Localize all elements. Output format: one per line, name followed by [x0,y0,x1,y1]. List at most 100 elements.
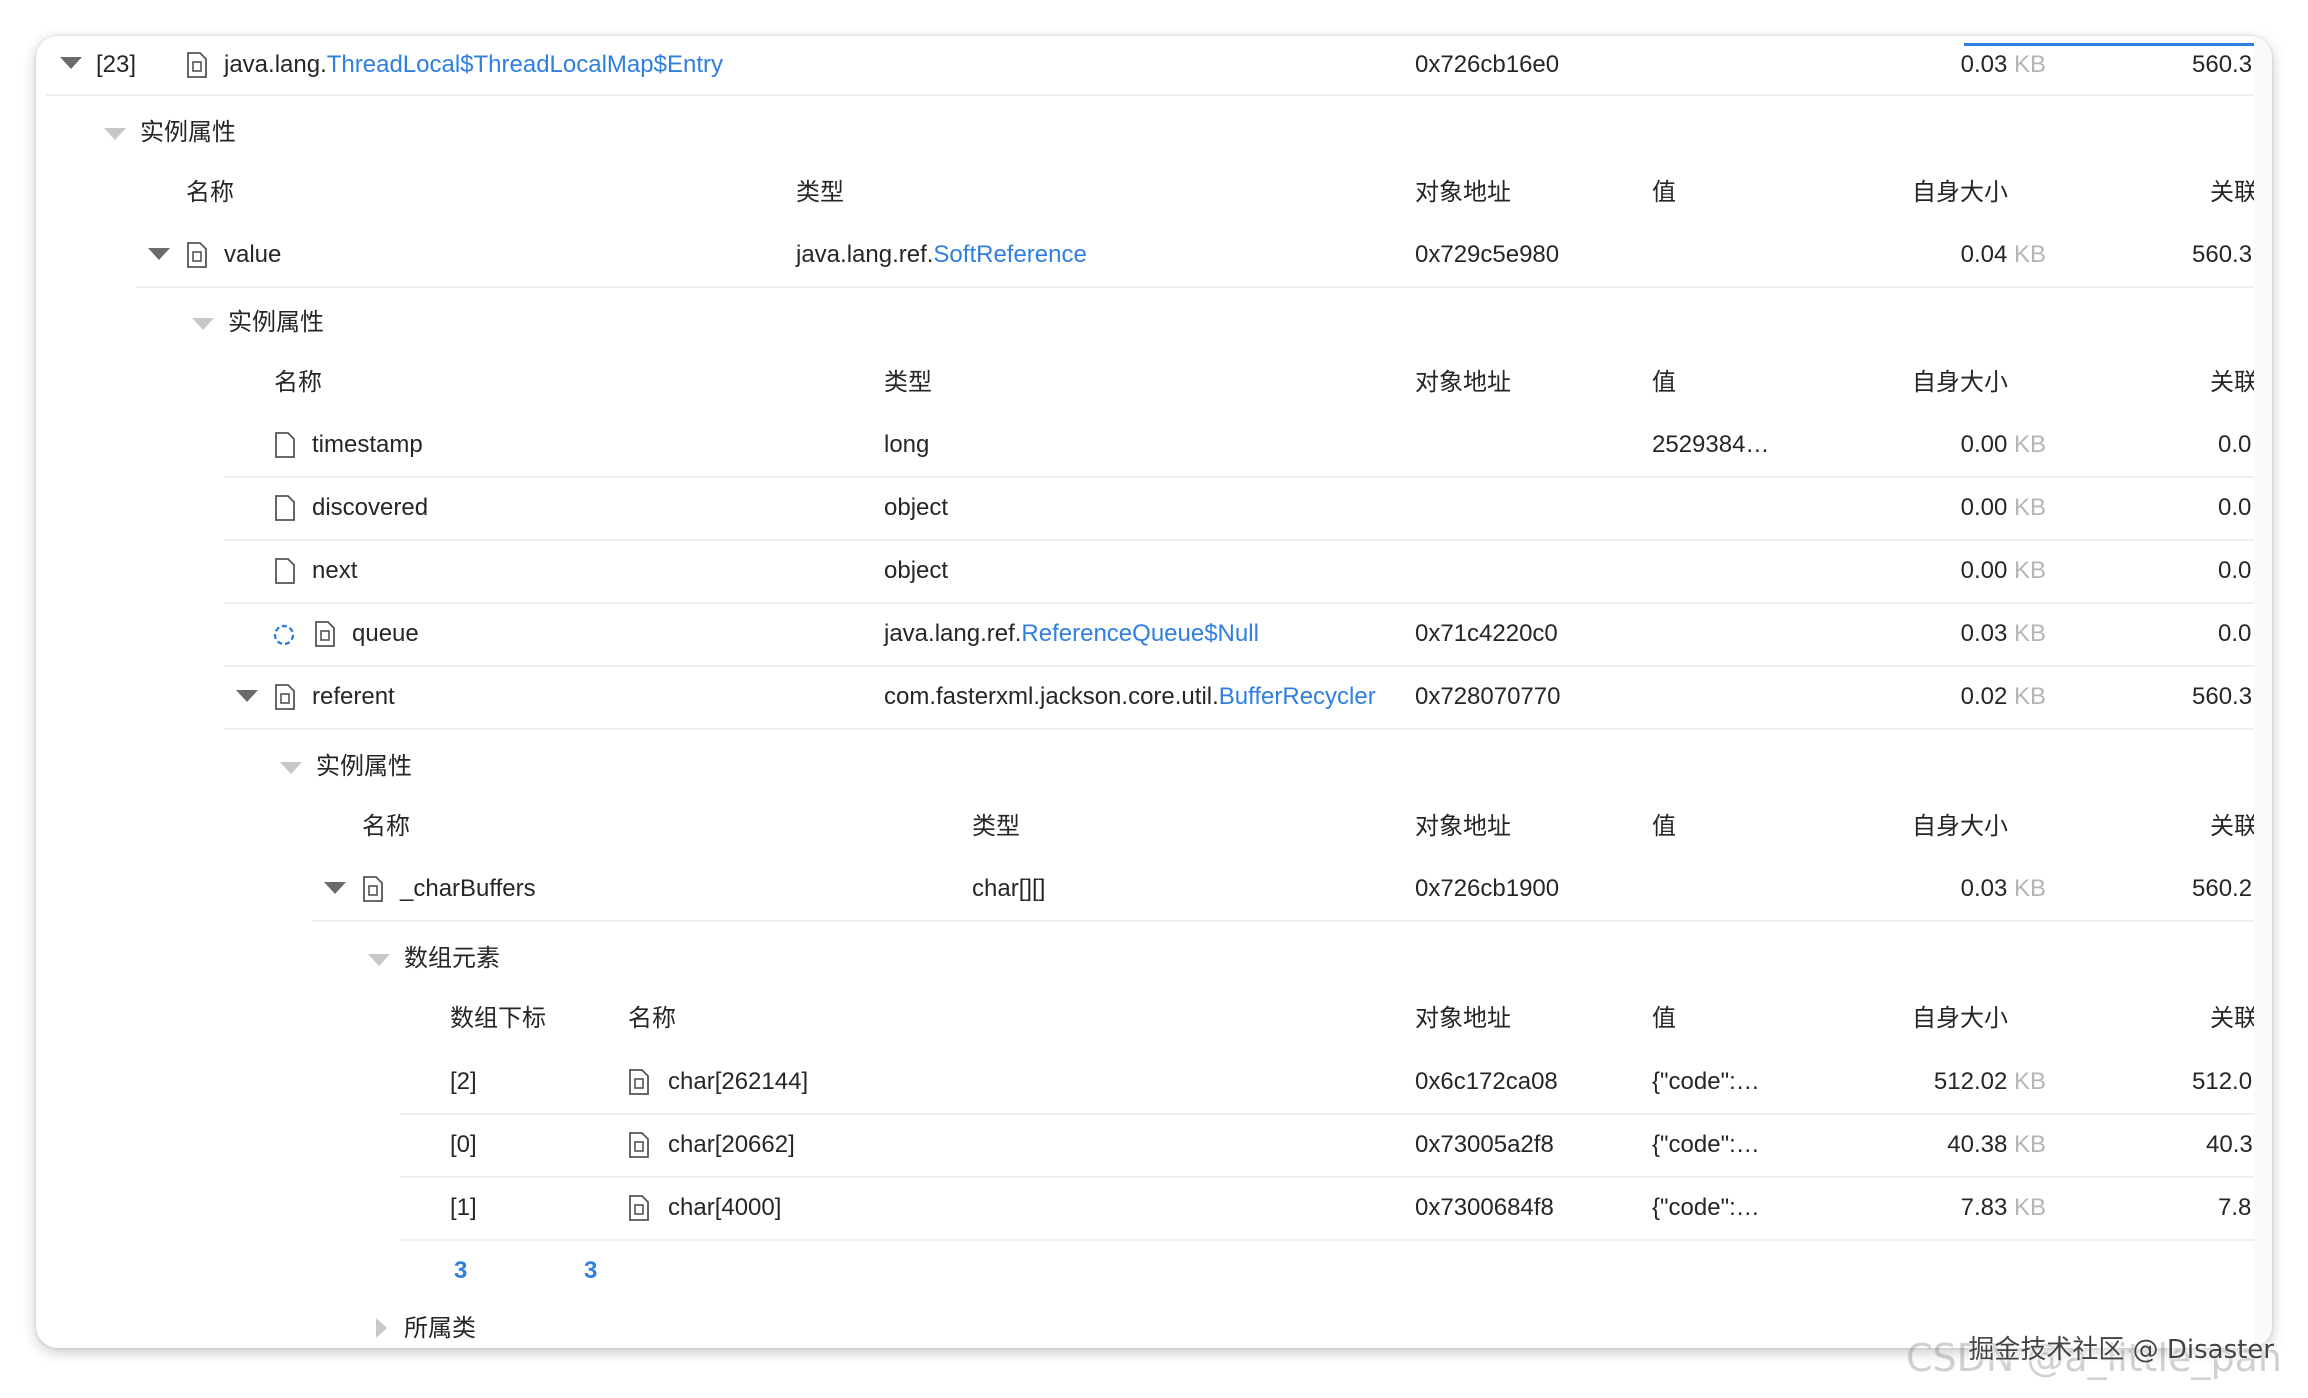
section-instance-props[interactable]: 实例属性 [228,308,324,338]
field-type: java.lang.ref.ReferenceQueue$Null [884,620,1259,647]
root-type[interactable]: java.lang.ThreadLocal$ThreadLocalMap$Ent… [224,50,723,80]
field-value: 2529384… [1652,431,1770,458]
file-icon [275,495,295,521]
section-instance-props[interactable]: 实例属性 [140,118,236,148]
object-file-icon [629,1195,649,1221]
col-header-type: 类型 [884,369,932,396]
col-header-address: 对象地址 [1415,179,1511,206]
array-element-value: {"code":… [1652,1131,1760,1158]
array-element-value: {"code":… [1652,1194,1760,1221]
field-self-size: 0.00 KB [1960,557,2046,584]
scrollbar[interactable] [2254,36,2272,1348]
field-type: char[][] [972,875,1046,902]
col-header-self-size: 自身大小 [1912,369,2008,396]
field-type: com.fasterxml.jackson.core.util.BufferRe… [884,683,1376,710]
col-header-related: 关联 [2210,369,2254,396]
file-icon [275,558,295,584]
field-type: long [884,431,930,458]
field-related-size: 560.2 [2192,875,2253,902]
object-file-icon [629,1132,649,1158]
caret-down-icon[interactable] [324,882,346,894]
array-element-self-size: 7.83 KB [1960,1194,2046,1221]
type-link[interactable]: ReferenceQueue$Null [1021,620,1258,647]
field-name[interactable]: timestamp [312,430,423,460]
array-element-related: 7.8 [2218,1194,2252,1221]
array-element-name[interactable]: char[262144] [668,1067,808,1097]
caret-right-icon[interactable] [376,1318,387,1338]
col-header-name: 名称 [362,813,410,840]
field-self-size: 0.03 KB [1960,875,2046,902]
section-array-elements[interactable]: 数组元素 [404,944,500,974]
object-file-icon [187,52,207,78]
pager-total[interactable]: 3 [454,1256,467,1286]
window-frame: [23] java.lang.ThreadLocal$ThreadLocalMa… [36,36,2272,1348]
field-name[interactable]: next [312,556,357,586]
array-element-address: 0x6c172ca08 [1415,1068,1558,1095]
type-link[interactable]: BufferRecycler [1219,683,1376,710]
col-header-related: 关联 [2210,1005,2254,1032]
caret-down-icon[interactable] [368,954,390,966]
col-header-name: 名称 [628,1005,676,1032]
divider [312,920,2254,922]
caret-down-icon[interactable] [280,762,302,774]
array-element-name[interactable]: char[4000] [668,1193,781,1223]
root-related-size: 560.3 [2192,51,2253,78]
section-instance-props[interactable]: 实例属性 [316,752,412,782]
field-name-queue[interactable]: queue [352,619,419,649]
field-related-size: 0.0 [2218,557,2252,584]
field-related-size: 0.0 [2218,431,2252,458]
array-element-name[interactable]: char[20662] [668,1130,795,1160]
field-type: java.lang.ref.SoftReference [796,241,1087,268]
divider [224,665,2254,667]
col-header-self-size: 自身大小 [1912,1005,2008,1032]
field-address: 0x71c4220c0 [1415,620,1558,647]
col-header-name: 名称 [186,179,234,206]
col-header-address: 对象地址 [1415,813,1511,840]
col-header-type: 类型 [972,813,1020,840]
caret-down-icon[interactable] [60,57,82,69]
divider [400,1113,2254,1115]
type-link[interactable]: SoftReference [933,241,1086,268]
field-name-referent[interactable]: referent [312,682,395,712]
field-self-size: 0.00 KB [1960,494,2046,521]
array-element-value: {"code":… [1652,1068,1760,1095]
col-header-value: 值 [1652,369,1676,396]
loading-spinner-icon [273,624,295,646]
array-index: [0] [450,1131,477,1158]
col-header-name: 名称 [274,369,322,396]
watermark-front: 掘金技术社区 @ Disaster [1968,1335,2274,1365]
field-related-size: 0.0 [2218,494,2252,521]
field-related-size: 560.3 [2192,241,2253,268]
section-owning-class[interactable]: 所属类 [404,1314,476,1344]
pager-shown[interactable]: 3 [584,1256,597,1286]
field-name-charbuffers[interactable]: _charBuffers [400,874,536,904]
field-name[interactable]: discovered [312,493,428,523]
caret-down-icon[interactable] [148,248,170,260]
divider [224,728,2254,730]
root-type-link[interactable]: ThreadLocal$ThreadLocalMap$Entry [327,51,723,78]
col-header-related: 关联 [2210,179,2254,206]
array-index: [2] [450,1068,477,1095]
object-file-icon [363,876,383,902]
col-header-type: 类型 [796,179,844,206]
divider [224,602,2254,604]
object-file-icon [275,684,295,710]
caret-down-icon[interactable] [192,318,214,330]
field-self-size: 0.04 KB [1960,241,2046,268]
col-header-value: 值 [1652,813,1676,840]
array-index: [1] [450,1194,477,1221]
object-file-icon [187,242,207,268]
divider [224,539,2254,541]
root-self-size: 0.03 KB [1960,51,2046,78]
array-element-related: 40.3 [2206,1131,2253,1158]
field-related-size: 560.3 [2192,683,2253,710]
root-index: [23] [96,51,137,78]
array-element-related: 512.0 [2192,1068,2253,1095]
caret-down-icon[interactable] [236,690,258,702]
field-address: 0x728070770 [1415,683,1561,710]
field-name-value[interactable]: value [224,240,281,270]
col-header-self-size: 自身大小 [1912,813,2008,840]
root-address: 0x726cb16e0 [1415,51,1560,78]
field-self-size: 0.00 KB [1960,431,2046,458]
caret-down-icon[interactable] [104,128,126,140]
